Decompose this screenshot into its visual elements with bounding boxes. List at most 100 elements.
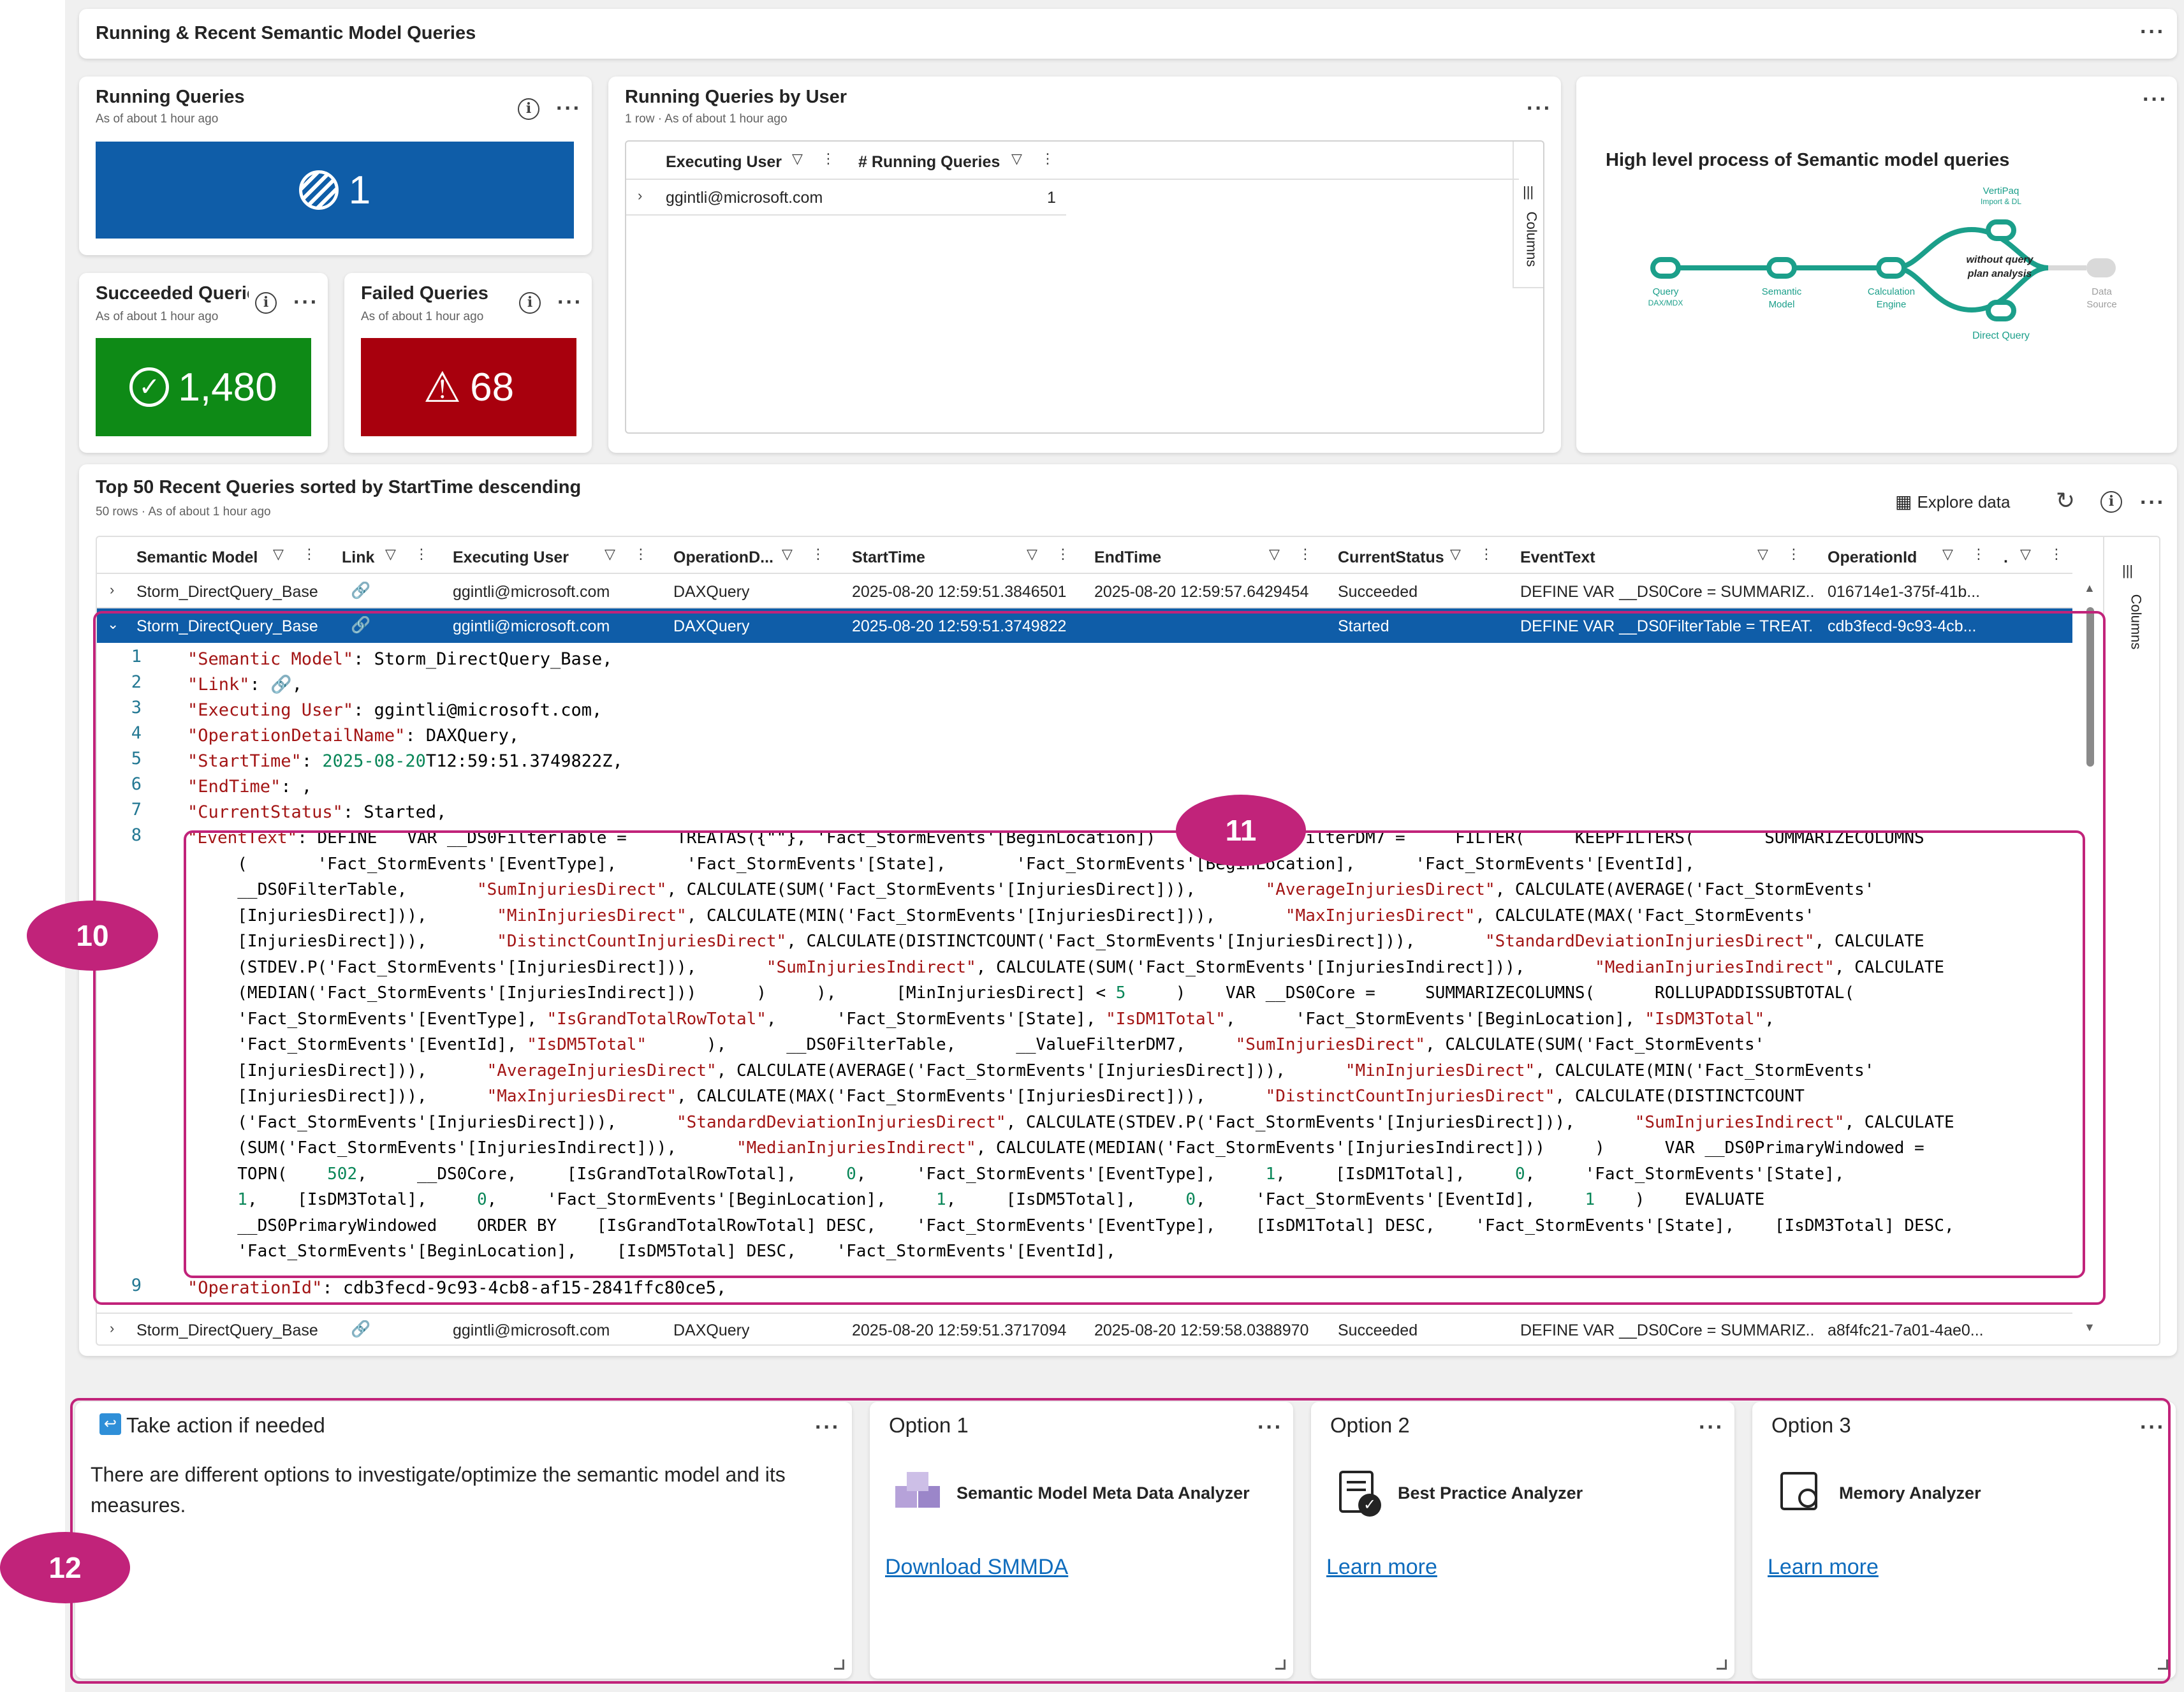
column-menu-icon[interactable]: ⋮	[1479, 546, 1493, 563]
filter-icon[interactable]: ▽	[1011, 151, 1022, 167]
cell-operation-id: a8f4fc21-7a01-4ae0...	[1828, 1321, 1984, 1339]
recent-sub: 50 rows · As of about 1 hour ago	[96, 505, 271, 519]
table-row[interactable]: › ggintli@microsoft.com 1	[626, 180, 1066, 216]
filter-icon[interactable]: ▽	[1450, 546, 1461, 563]
info-icon[interactable]: i	[518, 98, 539, 120]
col-executing-user[interactable]: Executing User	[453, 548, 569, 567]
filter-icon[interactable]: ▽	[605, 546, 615, 563]
cell-start-time: 2025-08-20 12:59:51.3717094	[852, 1321, 1067, 1339]
columns-icon: |||	[1523, 184, 1534, 200]
semantic-model-node	[1766, 257, 1797, 279]
link-icon[interactable]: 🔗	[351, 1320, 370, 1339]
col-running-queries[interactable]: # Running Queries	[858, 153, 1000, 172]
cell-semantic-model: Storm_DirectQuery_Base	[136, 1321, 318, 1339]
by-user-title: Running Queries by User	[625, 87, 847, 107]
column-menu-icon[interactable]: ⋮	[1041, 151, 1055, 167]
semantic-label-2: Model	[1769, 299, 1795, 310]
annotation-box-12	[70, 1398, 2171, 1684]
table-row[interactable]: › Storm_DirectQuery_Base 🔗 ggintli@micro…	[97, 1313, 2072, 1344]
data-source-node	[2086, 258, 2116, 277]
column-menu-icon[interactable]: ⋮	[2049, 546, 2063, 563]
col-operation-detail[interactable]: OperationD...	[673, 548, 773, 567]
refresh-icon[interactable]: ↻	[2056, 487, 2075, 514]
filter-icon[interactable]: ▽	[1757, 546, 1768, 563]
filter-icon[interactable]: ▽	[385, 546, 396, 563]
running-queries-card: Running Queries As of about 1 hour ago i…	[79, 77, 592, 255]
col-executing-user[interactable]: Executing User	[666, 153, 782, 172]
running-queries-asof: As of about 1 hour ago	[96, 112, 219, 126]
column-menu-icon[interactable]: ⋮	[302, 546, 316, 563]
by-user-sub: 1 row · As of about 1 hour ago	[625, 112, 788, 126]
filter-icon[interactable]: ▽	[1942, 546, 1953, 563]
header-more-icon[interactable]: ···	[2140, 21, 2166, 43]
column-menu-icon[interactable]: ⋮	[1972, 546, 1986, 563]
info-icon[interactable]: i	[255, 292, 277, 314]
expand-chevron-icon[interactable]: ›	[110, 582, 114, 598]
columns-panel-toggle[interactable]: ||| Columns	[1513, 142, 1543, 288]
vertipaq-node	[1986, 219, 2016, 241]
col-start-time[interactable]: StartTime	[852, 548, 925, 567]
callout-11: 11	[1176, 795, 1306, 866]
by-user-user: ggintli@microsoft.com	[666, 189, 823, 207]
by-user-more-icon[interactable]: ···	[1527, 98, 1552, 119]
columns-icon: |||	[2122, 563, 2134, 578]
column-menu-icon[interactable]: ⋮	[1056, 546, 1070, 563]
query-node	[1650, 257, 1681, 279]
filter-icon[interactable]: ▽	[1269, 546, 1280, 563]
filter-icon[interactable]: ▽	[273, 546, 284, 563]
process-card: ··· High level process of Semantic model…	[1576, 77, 2177, 453]
cell-status: Succeeded	[1338, 583, 1418, 601]
explore-data-button[interactable]: ▦ Explore data	[1895, 491, 2010, 512]
header-card: Running & Recent Semantic Model Queries …	[79, 9, 2177, 59]
link-icon[interactable]: 🔗	[351, 582, 370, 600]
without-plan-label-2: plan analysis	[1967, 269, 2032, 279]
cell-end-time: 2025-08-20 12:59:57.6429454	[1094, 583, 1309, 601]
succeeded-more-icon[interactable]: ···	[293, 291, 319, 313]
recent-more-icon[interactable]: ···	[2140, 492, 2166, 513]
col-truncated[interactable]: .	[2004, 548, 2008, 567]
expand-chevron-icon[interactable]: ›	[638, 188, 642, 204]
recent-title: Top 50 Recent Queries sorted by StartTim…	[96, 477, 582, 497]
without-plan-label-1: without query	[1967, 254, 2034, 265]
col-event-text[interactable]: EventText	[1520, 548, 1595, 567]
process-title: High level process of Semantic model que…	[1606, 150, 2009, 170]
col-current-status[interactable]: CurrentStatus	[1338, 548, 1444, 567]
running-more-icon[interactable]: ···	[556, 98, 582, 119]
cell-executing-user: ggintli@microsoft.com	[453, 583, 610, 601]
col-link[interactable]: Link	[342, 548, 374, 567]
cell-semantic-model: Storm_DirectQuery_Base	[136, 583, 318, 601]
col-end-time[interactable]: EndTime	[1094, 548, 1161, 567]
filter-icon[interactable]: ▽	[792, 151, 803, 167]
cell-executing-user: ggintli@microsoft.com	[453, 1321, 610, 1339]
by-user-grid: Executing User ▽ ⋮ # Running Queries ▽ ⋮…	[625, 140, 1544, 434]
running-queries-tile: 1	[96, 142, 574, 239]
column-menu-icon[interactable]: ⋮	[1298, 546, 1312, 563]
column-menu-icon[interactable]: ⋮	[1787, 546, 1801, 563]
callout-12: 12	[0, 1532, 130, 1603]
column-menu-icon[interactable]: ⋮	[811, 546, 825, 563]
col-semantic-model[interactable]: Semantic Model	[136, 548, 258, 567]
data-source-label-2: Source	[2086, 299, 2117, 310]
info-icon[interactable]: i	[2100, 491, 2122, 513]
failed-more-icon[interactable]: ···	[557, 291, 583, 313]
failed-value: 68	[470, 365, 515, 409]
column-menu-icon[interactable]: ⋮	[414, 546, 429, 563]
filter-icon[interactable]: ▽	[1027, 546, 1037, 563]
col-operation-id[interactable]: OperationId	[1828, 548, 1917, 567]
calc-engine-node	[1876, 257, 1907, 279]
direct-query-node	[1986, 300, 2016, 321]
column-menu-icon[interactable]: ⋮	[634, 546, 648, 563]
info-icon[interactable]: i	[519, 292, 541, 314]
filter-icon[interactable]: ▽	[782, 546, 793, 563]
column-menu-icon[interactable]: ⋮	[821, 151, 835, 167]
columns-panel-toggle[interactable]: ||| Columns	[2103, 537, 2159, 728]
scroll-up-icon[interactable]: ▲	[2084, 582, 2095, 595]
succeeded-card: Succeeded Querie As of about 1 hour ago …	[79, 273, 328, 453]
expand-chevron-icon[interactable]: ›	[110, 1320, 114, 1337]
scroll-down-icon[interactable]: ▼	[2084, 1321, 2095, 1334]
cell-status: Succeeded	[1338, 1321, 1418, 1339]
filter-icon[interactable]: ▽	[2020, 546, 2031, 563]
dashboard-title: Running & Recent Semantic Model Queries	[96, 23, 476, 43]
table-row[interactable]: › Storm_DirectQuery_Base 🔗 ggintli@micro…	[97, 574, 2072, 608]
vertipaq-sublabel: Import & DL	[1981, 197, 2021, 206]
